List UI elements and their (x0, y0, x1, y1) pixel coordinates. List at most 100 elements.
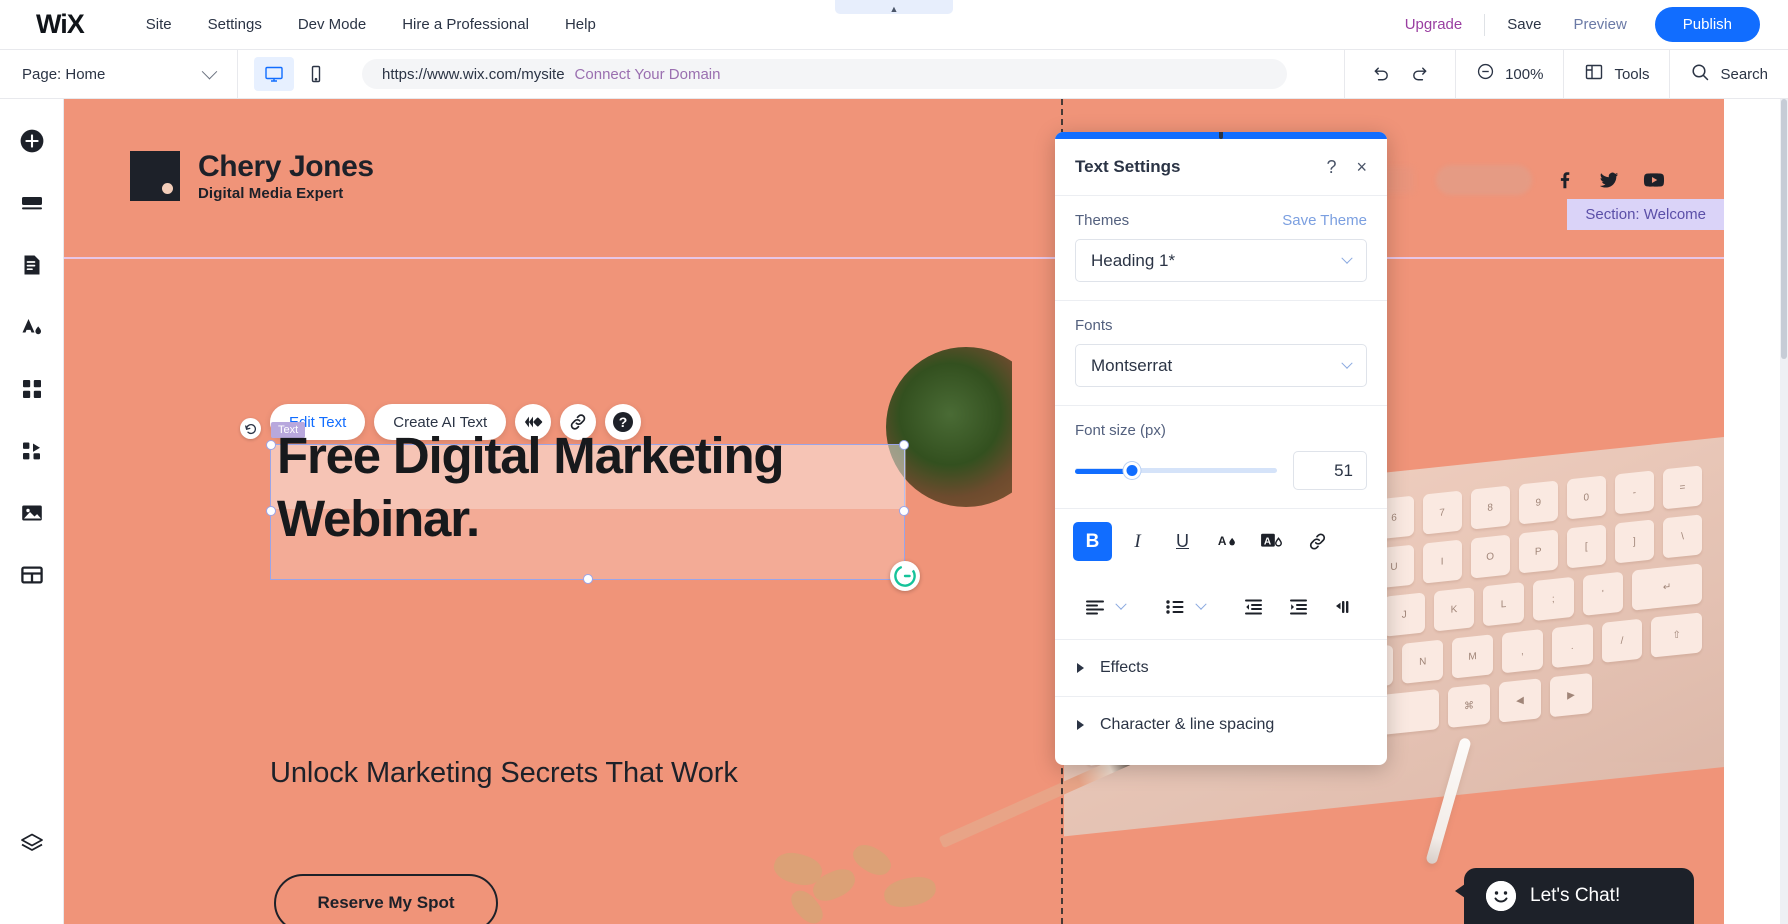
upgrade-button[interactable]: Upgrade (1389, 10, 1479, 39)
desktop-view-button[interactable] (254, 57, 294, 91)
text-align-button[interactable] (1073, 587, 1127, 626)
panel-drag-handle[interactable] (1055, 132, 1387, 139)
site-preview: ~1234567890-= QWERTYUIOP[]\ ASDFGHJKL;'↵… (64, 99, 1724, 924)
spacing-section-toggle[interactable]: Character & line spacing (1055, 696, 1387, 753)
top-menu-bar: ▲ WiX Site Settings Dev Mode Hire a Prof… (0, 0, 1788, 50)
canvas-scrollbar[interactable] (1780, 99, 1788, 924)
menu-item-hire-a-professional[interactable]: Hire a Professional (384, 10, 547, 39)
zoom-out-icon[interactable] (1476, 62, 1495, 86)
site-url-bar[interactable]: https://www.wix.com/mysite Connect Your … (362, 59, 1287, 89)
hero-subheading[interactable]: Unlock Marketing Secrets That Work (270, 757, 738, 790)
section-badge[interactable]: Section: Welcome (1567, 199, 1724, 230)
font-size-input[interactable]: 51 (1293, 451, 1367, 490)
font-size-slider[interactable] (1075, 460, 1277, 482)
resize-handle-bc[interactable] (583, 574, 593, 584)
menu-item-dev-mode[interactable]: Dev Mode (280, 10, 384, 39)
wix-logo[interactable]: WiX (36, 9, 85, 40)
slider-knob[interactable] (1123, 461, 1141, 479)
site-nav-button-blurred[interactable] (1436, 165, 1532, 195)
italic-button[interactable]: I (1118, 522, 1157, 561)
hero-heading: Free Digital Marketing Webinar. (277, 427, 785, 547)
zoom-level-label: 100% (1505, 65, 1544, 83)
save-button[interactable]: Save (1491, 10, 1557, 39)
grammarly-icon[interactable] (890, 561, 920, 591)
link-button[interactable] (1298, 522, 1337, 561)
panel-layout-icon (1584, 62, 1604, 87)
menu-item-help[interactable]: Help (547, 10, 614, 39)
menu-item-settings[interactable]: Settings (190, 10, 280, 39)
site-canvas[interactable]: ~1234567890-= QWERTYUIOP[]\ ASDFGHJKL;'↵… (64, 99, 1724, 924)
facebook-icon[interactable] (1554, 169, 1576, 191)
selected-text-element[interactable]: Text Free Digital Marketing Webinar. (240, 418, 920, 591)
site-url-text: https://www.wix.com/mysite (382, 65, 565, 83)
apps-grid-icon (22, 380, 41, 398)
sidebar-item-add-elements[interactable] (8, 117, 56, 165)
svg-text:A: A (1217, 533, 1226, 547)
menu-item-site[interactable]: Site (128, 10, 190, 39)
font-family-select[interactable]: Montserrat (1075, 344, 1367, 387)
top-actions: Upgrade Save Preview Publish (1389, 7, 1788, 42)
chevron-down-icon (1341, 252, 1353, 264)
site-logo-icon (130, 151, 180, 202)
save-theme-link[interactable]: Save Theme (1282, 212, 1367, 229)
text-highlight-button[interactable]: A (1253, 522, 1292, 561)
text-color-button[interactable]: A (1208, 522, 1247, 561)
font-size-section: Font size (px) 51 (1055, 406, 1387, 509)
chevron-up-icon: ▲ (889, 4, 899, 14)
text-settings-panel[interactable]: Text Settings ? × Themes Save Theme Head… (1055, 132, 1387, 765)
pages-icon (24, 255, 39, 275)
bold-button[interactable]: B (1073, 522, 1112, 561)
connect-domain-link[interactable]: Connect Your Domain (575, 66, 721, 83)
editor-toolbar: Page: Home https://www.wix.com/mysite Co… (0, 49, 1788, 99)
undo-icon[interactable] (1365, 59, 1395, 89)
twitter-icon[interactable] (1598, 169, 1620, 191)
resize-handle-ml[interactable] (266, 506, 276, 516)
zoom-control[interactable]: 100% (1455, 49, 1563, 99)
underline-button[interactable]: U (1163, 522, 1202, 561)
preview-button[interactable]: Preview (1557, 10, 1642, 39)
publish-button[interactable]: Publish (1654, 7, 1760, 42)
resize-handle-tl[interactable] (266, 440, 276, 450)
site-brand-name: Chery Jones (198, 150, 374, 183)
layers-icon (21, 833, 43, 851)
chat-widget[interactable]: Let's Chat! (1455, 868, 1694, 924)
rotate-handle[interactable] (240, 418, 261, 439)
decrease-indent-button[interactable] (1233, 587, 1272, 626)
sidebar-item-content-manager[interactable] (8, 551, 56, 599)
left-sidebar (0, 99, 64, 924)
list-style-button[interactable] (1153, 587, 1207, 626)
youtube-icon[interactable] (1642, 169, 1665, 191)
sidebar-item-media[interactable] (8, 489, 56, 537)
site-brand-tagline: Digital Media Expert (198, 184, 344, 202)
sidebar-item-business-tools[interactable] (8, 427, 56, 475)
theme-select[interactable]: Heading 1* (1075, 239, 1367, 282)
plus-circle-icon (20, 129, 43, 153)
chevron-down-icon (1115, 598, 1127, 610)
help-icon[interactable]: ? (1326, 158, 1336, 176)
tools-label: Tools (1614, 65, 1650, 83)
search-button[interactable]: Search (1669, 49, 1788, 99)
sidebar-item-layers[interactable] (8, 820, 56, 868)
close-icon[interactable]: × (1356, 158, 1367, 176)
sidebar-item-apps[interactable] (8, 365, 56, 413)
sidebar-item-add-section[interactable] (8, 179, 56, 227)
resize-handle-mr[interactable] (899, 506, 909, 516)
browser-tab-nub[interactable]: ▲ (835, 0, 953, 14)
chevron-down-icon (1341, 357, 1353, 369)
scrollbar-thumb[interactable] (1781, 99, 1787, 359)
theme-paint-icon (22, 319, 41, 335)
resize-handle-tr[interactable] (899, 440, 909, 450)
sidebar-item-site-design[interactable] (8, 303, 56, 351)
mobile-view-button[interactable] (296, 57, 336, 91)
sidebar-item-pages[interactable] (8, 241, 56, 289)
fonts-section: Fonts Montserrat (1055, 301, 1387, 406)
site-brand[interactable]: Chery Jones Digital Media Expert (130, 151, 374, 202)
effects-section-toggle[interactable]: Effects (1055, 639, 1387, 696)
spacing-label: Character & line spacing (1100, 716, 1275, 733)
text-direction-button[interactable] (1323, 587, 1362, 626)
page-selector[interactable]: Page: Home (0, 49, 238, 99)
redo-icon[interactable] (1405, 59, 1435, 89)
increase-indent-button[interactable] (1278, 587, 1317, 626)
tools-button[interactable]: Tools (1563, 49, 1669, 99)
reserve-my-spot-button[interactable]: Reserve My Spot (274, 874, 498, 924)
